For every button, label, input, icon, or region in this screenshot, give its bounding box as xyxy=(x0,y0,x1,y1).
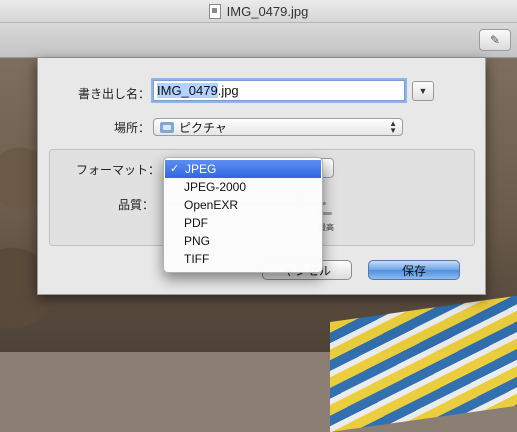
quality-label: 品質： xyxy=(117,198,154,212)
menu-item-openexr[interactable]: OpenEXR xyxy=(164,196,322,214)
location-value: ピクチャ xyxy=(179,120,227,135)
window-titlebar: IMG_0479.jpg xyxy=(0,0,517,23)
format-menu: ✓ JPEG JPEG-2000 OpenEXR PDF PNG TIFF xyxy=(163,157,323,273)
filename-label: 書き出し名： xyxy=(77,87,150,101)
edit-button[interactable]: ✎ xyxy=(479,29,511,51)
menu-item-label: OpenEXR xyxy=(184,198,239,212)
window-title: IMG_0479.jpg xyxy=(226,3,309,19)
folder-icon xyxy=(160,121,174,133)
expand-button[interactable]: ▼ xyxy=(412,81,434,101)
format-label: フォーマット： xyxy=(75,163,160,177)
menu-item-pdf[interactable]: PDF xyxy=(164,214,322,232)
save-button[interactable]: 保存 xyxy=(368,260,460,280)
menu-item-jpeg[interactable]: ✓ JPEG xyxy=(165,160,321,178)
popup-arrows-icon: ▲ ▼ xyxy=(389,119,397,135)
filename-extension: .jpg xyxy=(217,83,239,98)
menu-item-jpeg-2000[interactable]: JPEG-2000 xyxy=(164,178,322,196)
checkmark-icon: ✓ xyxy=(170,163,180,175)
pencil-icon: ✎ xyxy=(489,33,501,47)
filename-field[interactable]: IMG_0479 .jpg xyxy=(153,80,405,101)
document-icon xyxy=(208,3,221,19)
window-toolbar: ✎ xyxy=(0,23,517,58)
chevron-down-icon: ▼ xyxy=(418,86,428,96)
menu-item-label: JPEG xyxy=(185,162,217,176)
location-label: 場所： xyxy=(113,121,150,135)
menu-item-label: PNG xyxy=(184,234,211,248)
menu-item-label: JPEG-2000 xyxy=(184,180,247,194)
menu-item-png[interactable]: PNG xyxy=(164,232,322,250)
filename-selected-text: IMG_0479 xyxy=(157,83,218,98)
save-button-label: 保存 xyxy=(401,263,426,278)
menu-item-tiff[interactable]: TIFF xyxy=(164,250,322,268)
background-fabric xyxy=(330,293,517,432)
location-popup[interactable]: ピクチャ ▲ ▼ xyxy=(153,118,403,136)
menu-item-label: PDF xyxy=(184,216,208,230)
menu-item-label: TIFF xyxy=(184,252,210,266)
